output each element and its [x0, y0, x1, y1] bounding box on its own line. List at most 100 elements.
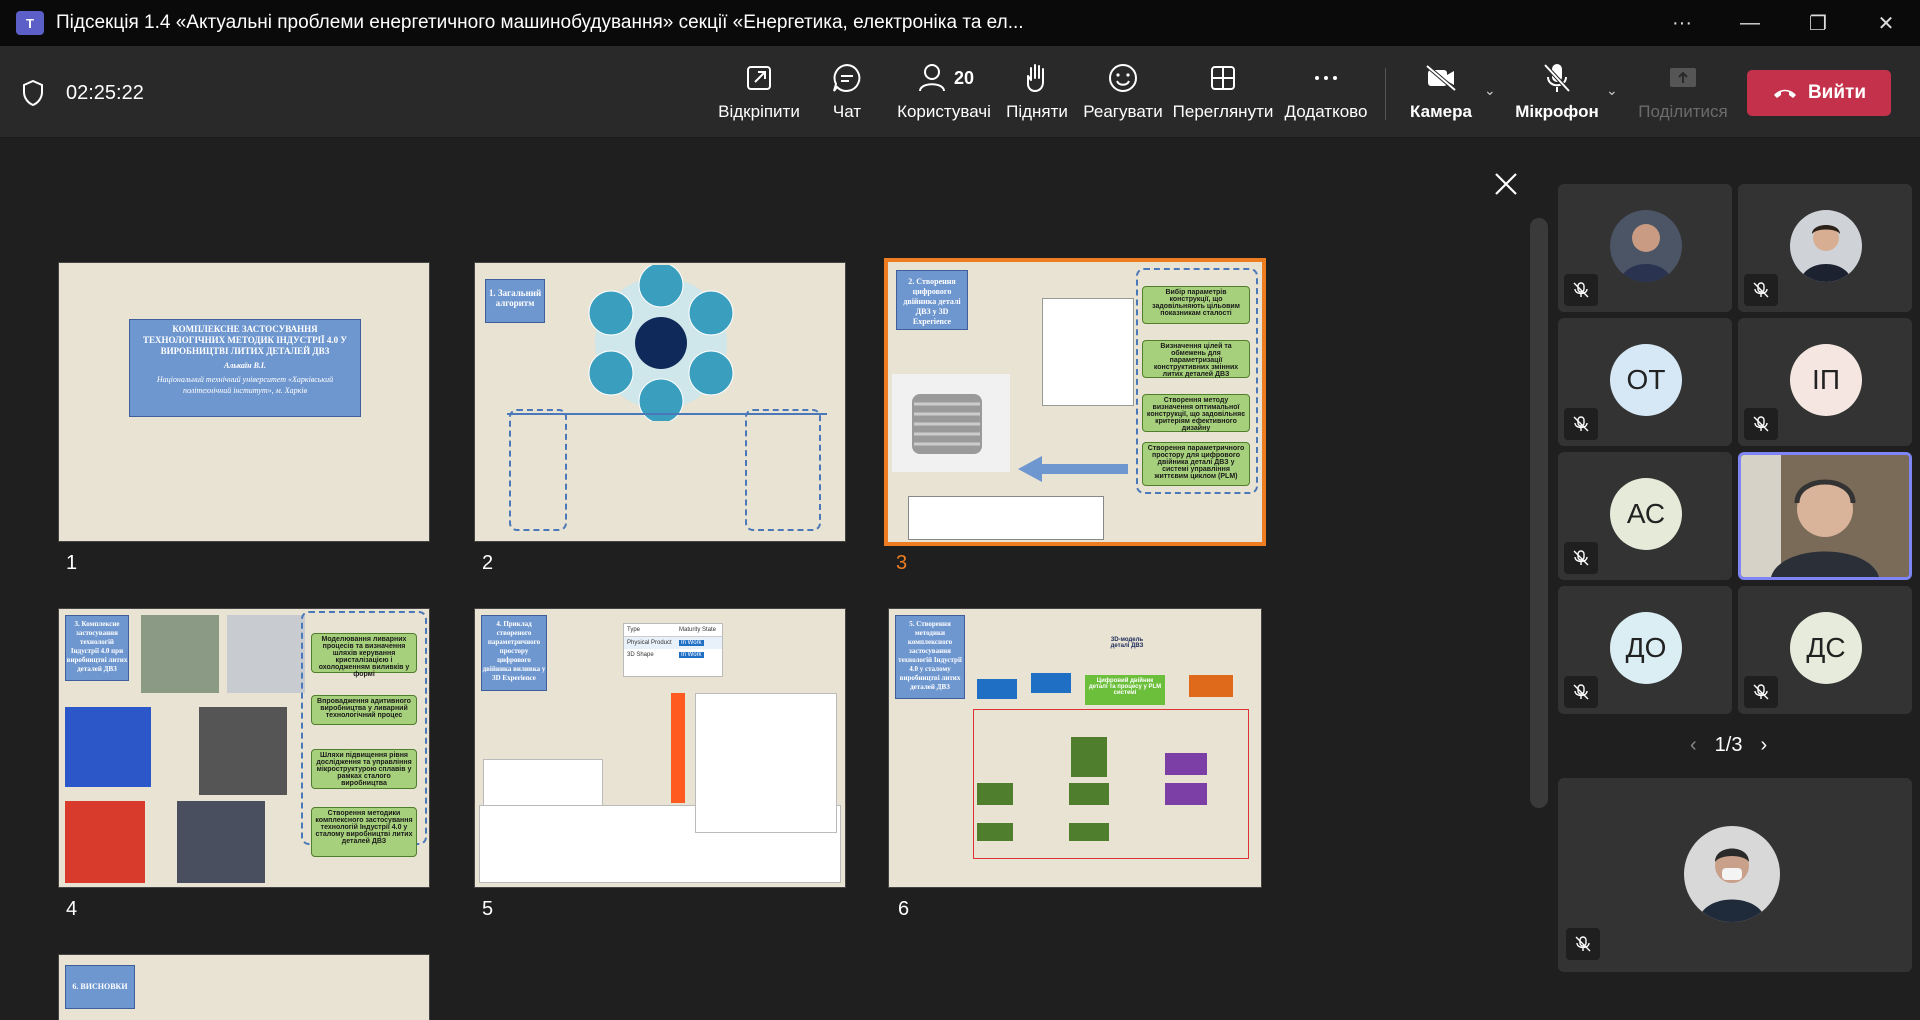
- hand-icon: [1027, 64, 1044, 93]
- camera-label: Камера: [1410, 102, 1472, 121]
- restore-icon[interactable]: ❐: [1784, 0, 1852, 46]
- slide-5-col-state: Maturity State: [679, 627, 717, 633]
- slide-thumb-3[interactable]: 2. Створення цифрового двійника деталі Д…: [884, 258, 1266, 546]
- participant-tile-8[interactable]: ДС: [1738, 586, 1912, 714]
- phone-hangup-icon: [1773, 89, 1796, 98]
- slide-number-6: 6: [898, 898, 910, 920]
- react-button[interactable]: Реагувати: [1068, 60, 1178, 122]
- slide-thumb-1[interactable]: КОМПЛЕКСНЕ ЗАСТОСУВАННЯ ТЕХНОЛОГІЧНИХ МЕ…: [58, 262, 430, 542]
- slide-5-table: Type Maturity State Physical Product In Wo…: [623, 623, 723, 677]
- muted-mic-icon: [1564, 274, 1598, 306]
- more-icon: [1315, 76, 1337, 80]
- title-bar: T Підсекція 1.4 «Актуальні проблеми енер…: [0, 0, 1920, 46]
- muted-mic-icon: [1566, 928, 1600, 960]
- participant-tile-speaker[interactable]: [1738, 452, 1912, 580]
- slide-1-author: Алькаїн В.І.: [223, 361, 267, 370]
- camera-button[interactable]: Камера: [1386, 60, 1496, 122]
- slide-2-left-group: [509, 409, 567, 531]
- close-icon[interactable]: ✕: [1852, 0, 1920, 46]
- slide-thumb-4[interactable]: 3. Комплексне застосування технологій Ін…: [58, 608, 430, 888]
- mic-options-chevron-icon[interactable]: ⌄: [1606, 82, 1624, 100]
- slide-6-box-right: [1189, 675, 1233, 697]
- participant-tile-self[interactable]: [1558, 778, 1912, 972]
- window-title: Підсекція 1.4 «Актуальні проблеми енерге…: [56, 12, 1024, 33]
- slide-3-workflow: [908, 496, 1104, 540]
- speaker-video: [1741, 455, 1909, 577]
- slide-3-box-2: Визначення цілей та обмежень для парамет…: [1142, 340, 1250, 378]
- participant-tile-7[interactable]: ДО: [1558, 586, 1732, 714]
- view-label: Переглянути: [1172, 102, 1274, 121]
- slide-4-image-3: [199, 707, 287, 795]
- slide-thumb-7[interactable]: 6. ВИСНОВКИ: [58, 954, 430, 1020]
- slide-4-simulation-2: [65, 801, 145, 883]
- slide-5-row-1-state: In Work: [679, 640, 704, 646]
- slide-4-image-2: [227, 615, 305, 693]
- slide-3-box-1: Вибір параметрів конструкції, що задовіл…: [1142, 286, 1250, 324]
- share-label: Поділитися: [1638, 102, 1728, 121]
- slide-thumb-5[interactable]: 4. Приклад створеного параметричного про…: [474, 608, 846, 888]
- participant-tile-3[interactable]: ОТ: [1558, 318, 1732, 446]
- minimize-icon[interactable]: —: [1716, 0, 1784, 46]
- slide-4-box-3: Шляхи підвищення рівня дослідження та уп…: [311, 749, 417, 789]
- leave-button[interactable]: Вийти: [1747, 70, 1891, 116]
- slide-6-heading: 5. Створення методики комплексного засто…: [895, 615, 965, 699]
- mic-label: Мікрофон: [1515, 102, 1599, 121]
- slide-2-cycle-diagram: [588, 265, 734, 421]
- muted-mic-icon: [1744, 676, 1778, 708]
- muted-mic-icon: [1744, 274, 1778, 306]
- popout-label: Відкріпити: [718, 102, 800, 121]
- participant-avatar-ot: ОТ: [1610, 344, 1682, 416]
- slide-2-heading: 1. Загальний алгоритм: [485, 279, 545, 323]
- mic-button[interactable]: Мікрофон: [1502, 60, 1612, 122]
- slide-5-screenshot-3: [695, 693, 837, 833]
- slide-4-box-1: Моделювання ливарних процесів та визначе…: [311, 633, 417, 678]
- participant-tile-2[interactable]: [1738, 184, 1912, 312]
- participant-tile-5[interactable]: АС: [1558, 452, 1732, 580]
- slide-number-3: 3: [896, 552, 908, 574]
- slides-scrollbar[interactable]: [1530, 218, 1548, 808]
- slide-3-box-4: Створення параметричного простору для ци…: [1142, 442, 1250, 486]
- slide-5-row-2-state: In Work: [679, 652, 704, 658]
- people-count: 20: [953, 67, 975, 88]
- slide-5-heading: 4. Приклад створеного параметричного про…: [481, 615, 547, 691]
- meeting-timer: 02:25:22: [66, 82, 144, 104]
- slide-4-box-4: Створення методики комплексного застосув…: [311, 807, 417, 857]
- window-controls: ··· — ❐ ✕: [1648, 0, 1920, 46]
- slide-number-5: 5: [482, 898, 494, 920]
- camera-options-chevron-icon[interactable]: ⌄: [1484, 82, 1502, 100]
- slide-5-arrow: [671, 693, 685, 803]
- participant-tile-1[interactable]: [1558, 184, 1732, 312]
- view-button[interactable]: Переглянути: [1166, 60, 1280, 122]
- slide-thumb-6[interactable]: 5. Створення методики комплексного засто…: [888, 608, 1262, 888]
- participant-avatar-do: ДО: [1610, 612, 1682, 684]
- close-slides-icon[interactable]: [1492, 170, 1520, 198]
- shield-icon: [23, 80, 43, 106]
- slide-thumb-2[interactable]: 1. Загальний алгоритм: [474, 262, 846, 542]
- participant-tile-4[interactable]: ІП: [1738, 318, 1912, 446]
- pager-next-chevron-icon[interactable]: ›: [1760, 734, 1767, 757]
- muted-mic-icon: [1564, 676, 1598, 708]
- teams-icon: T: [16, 11, 44, 35]
- participant-avatar-ip: ІП: [1790, 344, 1862, 416]
- more-actions-button[interactable]: Додатково: [1270, 60, 1382, 122]
- camera-off-icon: [1425, 64, 1457, 92]
- slide-5-row-2-type: 3D Shape: [627, 652, 654, 658]
- slide-4-image-1: [141, 615, 219, 693]
- slide-3-cylinder-image: [892, 374, 1010, 472]
- slide-1-title-box: КОМПЛЕКСНЕ ЗАСТОСУВАННЯ ТЕХНОЛОГІЧНИХ МЕ…: [129, 319, 361, 417]
- pager-prev-chevron-icon[interactable]: ‹: [1690, 734, 1697, 757]
- slide-4-simulation-1: [65, 707, 151, 787]
- muted-mic-icon: [1564, 542, 1598, 574]
- slide-6-box-mid: [1031, 673, 1071, 693]
- chat-button[interactable]: Чат: [792, 60, 902, 122]
- participant-photo-self: [1684, 826, 1780, 922]
- share-icon: [1670, 68, 1696, 87]
- mic-off-icon: [1543, 63, 1571, 93]
- meeting-toolbar: 02:25:22 Відкріпити Чат 20 Користувачі П…: [0, 46, 1920, 138]
- participant-photo-2: [1790, 210, 1862, 282]
- slide-4-box-2: Впровадження адитивного виробництва у ли…: [311, 695, 417, 725]
- more-icon[interactable]: ···: [1648, 0, 1716, 46]
- slide-3-heading: 2. Створення цифрового двійника деталі Д…: [896, 270, 968, 330]
- slide-3-arrow: [1018, 456, 1128, 482]
- slide-4-heading: 3. Комплексне застосування технологій Ін…: [65, 615, 129, 681]
